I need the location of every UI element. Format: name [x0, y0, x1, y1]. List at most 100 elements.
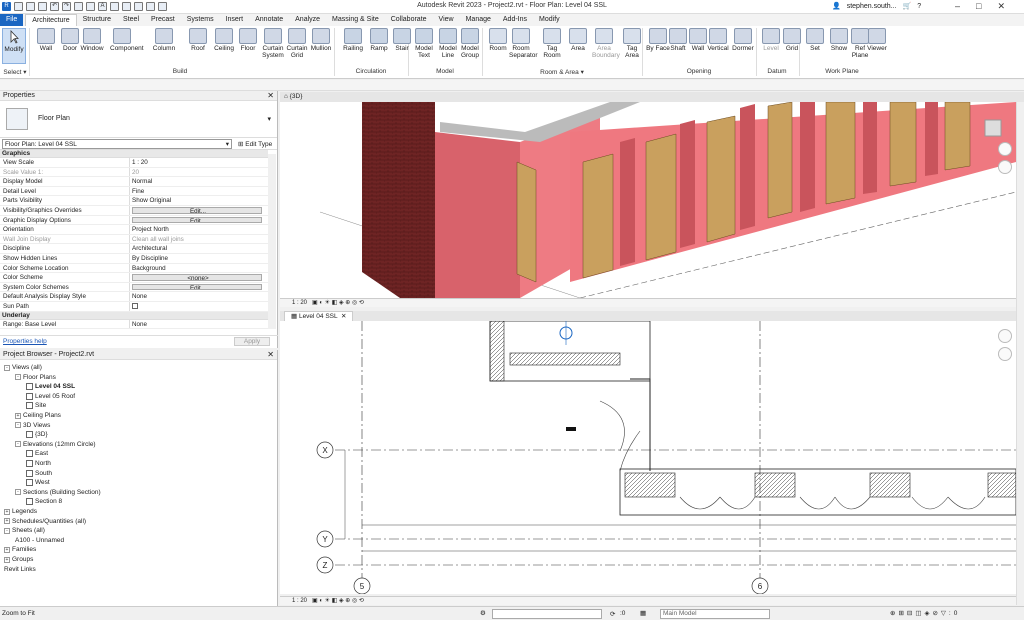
model-model-text-button[interactable]: Model Text [412, 28, 436, 59]
tab-add-ins[interactable]: Add-Ins [497, 14, 533, 26]
instance-selector[interactable]: Floor Plan: Level 04 SSL ▾ [2, 138, 232, 149]
floor-plan-canvas[interactable]: X Y Z 5 6 [280, 321, 1016, 594]
browser-node[interactable]: + Families [4, 546, 36, 553]
zoom-icon[interactable] [998, 160, 1012, 174]
build-mullion-button[interactable]: Mullion [309, 28, 333, 52]
tab-collaborate[interactable]: Collaborate [385, 14, 433, 26]
browser-node[interactable]: - Views (all) [4, 364, 42, 371]
sun-path-checkbox[interactable] [130, 302, 268, 311]
chevron-down-icon[interactable]: ▾ [267, 115, 271, 123]
circulation-ramp-button[interactable]: Ramp [367, 28, 391, 52]
steering-wheel-icon[interactable] [998, 142, 1012, 156]
build-component-button[interactable]: Component [110, 28, 144, 52]
cart-icon[interactable]: 🛒 [903, 2, 912, 10]
browser-node[interactable]: -3D Views [15, 422, 50, 429]
expand-toggle-icon[interactable]: + [4, 518, 10, 525]
room-area-area-button[interactable]: Area [566, 28, 590, 52]
browser-node[interactable]: Revit Links [4, 566, 36, 573]
selection-toggles[interactable]: ⊕⊞⊟◫◈⊘▽:0 [890, 609, 960, 617]
property-value[interactable]: None [130, 292, 268, 301]
view-scrollbar[interactable] [1016, 102, 1024, 605]
tab-architecture[interactable]: Architecture [25, 14, 77, 26]
property-value[interactable]: Show Original [130, 196, 268, 205]
room-area-tag-area-button[interactable]: Tag Area [620, 28, 644, 59]
build-curtain-grid-button[interactable]: Curtain Grid [285, 28, 309, 59]
build-door-button[interactable]: Door [58, 28, 82, 52]
minimize-button[interactable]: – [955, 1, 960, 12]
browser-node[interactable]: - Sheets (all) [4, 527, 45, 534]
zoom-icon[interactable] [998, 347, 1012, 361]
tab-manage[interactable]: Manage [460, 14, 497, 26]
model-model-group-button[interactable]: Model Group [458, 28, 482, 59]
expand-toggle-icon[interactable]: - [4, 364, 10, 371]
browser-node[interactable]: + Schedules/Quantities (all) [4, 518, 86, 525]
expand-toggle-icon[interactable]: - [15, 422, 21, 429]
property-value[interactable]: Edit... [132, 216, 262, 224]
browser-node[interactable]: Level 04 SSL [26, 383, 75, 391]
property-value[interactable]: Edit... [132, 206, 262, 214]
property-value[interactable]: Project North [130, 225, 268, 234]
build-ceiling-button[interactable]: Ceiling [212, 28, 236, 52]
property-value[interactable]: Clean all wall joins [130, 235, 268, 244]
tab-structure[interactable]: Structure [77, 14, 117, 26]
properties-help-link[interactable]: Properties help [3, 338, 47, 345]
properties-scrollbar[interactable] [268, 154, 276, 329]
model-model-line-button[interactable]: Model Line [436, 28, 460, 59]
browser-node[interactable]: West [26, 479, 50, 487]
browser-node[interactable]: + Groups [4, 556, 33, 563]
steering-wheel-icon[interactable] [998, 329, 1012, 343]
worksets-icon[interactable]: ⚙ [480, 609, 486, 617]
view-control-bar-plan[interactable]: 1 : 20 ▣ ◐ ☀ ◧ ◈ ⊕ ◎ ⟲ [280, 596, 1016, 605]
datum-grid-button[interactable]: Grid [780, 28, 804, 52]
browser-node[interactable]: Level 05 Roof [26, 392, 75, 400]
opening-dormer-button[interactable]: Dormer [731, 28, 755, 52]
tab-steel[interactable]: Steel [117, 14, 145, 26]
tab-analyze[interactable]: Analyze [289, 14, 326, 26]
property-value[interactable]: Fine [130, 187, 268, 196]
browser-node[interactable]: - Floor Plans [15, 374, 56, 381]
browser-node[interactable]: North [26, 460, 51, 467]
tab-massing-site[interactable]: Massing & Site [326, 14, 385, 26]
expand-toggle-icon[interactable]: - [4, 527, 10, 534]
tab-file[interactable]: File [0, 14, 24, 26]
close-button[interactable]: ✕ [997, 1, 1005, 12]
expand-toggle-icon[interactable]: - [15, 441, 21, 448]
view-tab-3d[interactable]: ⌂ {3D} [280, 92, 1024, 102]
property-value[interactable]: <none> [132, 274, 262, 281]
room-area-tag-room-button[interactable]: Tag Room [540, 28, 564, 59]
browser-node[interactable]: + Ceiling Plans [15, 412, 61, 419]
group-underlay[interactable]: Underlay [0, 311, 268, 320]
work-plane-set-button[interactable]: Set [803, 28, 827, 52]
browser-node[interactable]: East [26, 450, 48, 458]
tab-insert[interactable]: Insert [220, 14, 250, 26]
tab-view[interactable]: View [433, 14, 460, 26]
property-value[interactable]: Normal [130, 177, 268, 186]
editing-requests-icon[interactable]: ⟳ [610, 610, 615, 618]
property-value[interactable]: 1 : 20 [130, 158, 268, 167]
circulation-railing-button[interactable]: Railing [341, 28, 365, 52]
user-icon[interactable]: 👤 [832, 2, 841, 10]
property-value[interactable]: None [130, 320, 268, 329]
maximize-button[interactable]: □ [976, 1, 981, 12]
workset-selector[interactable] [492, 609, 602, 619]
tab-precast[interactable]: Precast [145, 14, 181, 26]
close-icon[interactable]: ✕ [267, 350, 274, 359]
expand-toggle-icon[interactable]: + [4, 556, 10, 563]
tab-annotate[interactable]: Annotate [249, 14, 289, 26]
expand-toggle-icon[interactable]: + [4, 508, 10, 515]
opening-vertical-button[interactable]: Vertical [706, 28, 730, 52]
tab-systems[interactable]: Systems [181, 14, 220, 26]
browser-node[interactable]: + Legends [4, 508, 37, 515]
3d-view-canvas[interactable] [280, 102, 1016, 298]
circulation-stair-button[interactable]: Stair [390, 28, 414, 52]
help-icon[interactable]: ? [917, 3, 921, 10]
property-value[interactable]: By Discipline [130, 254, 268, 263]
build-roof-button[interactable]: Roof [186, 28, 210, 52]
group-graphics[interactable]: Graphics [0, 150, 268, 158]
build-window-button[interactable]: Window [80, 28, 104, 52]
browser-node[interactable]: - Sections (Building Section) [15, 489, 101, 496]
room-area-area-boundary-button[interactable]: Area Boundary [592, 28, 620, 59]
browser-node[interactable]: South [26, 469, 52, 477]
apply-button[interactable]: Apply [234, 337, 270, 346]
user-name[interactable]: stephen.south... [847, 3, 897, 10]
